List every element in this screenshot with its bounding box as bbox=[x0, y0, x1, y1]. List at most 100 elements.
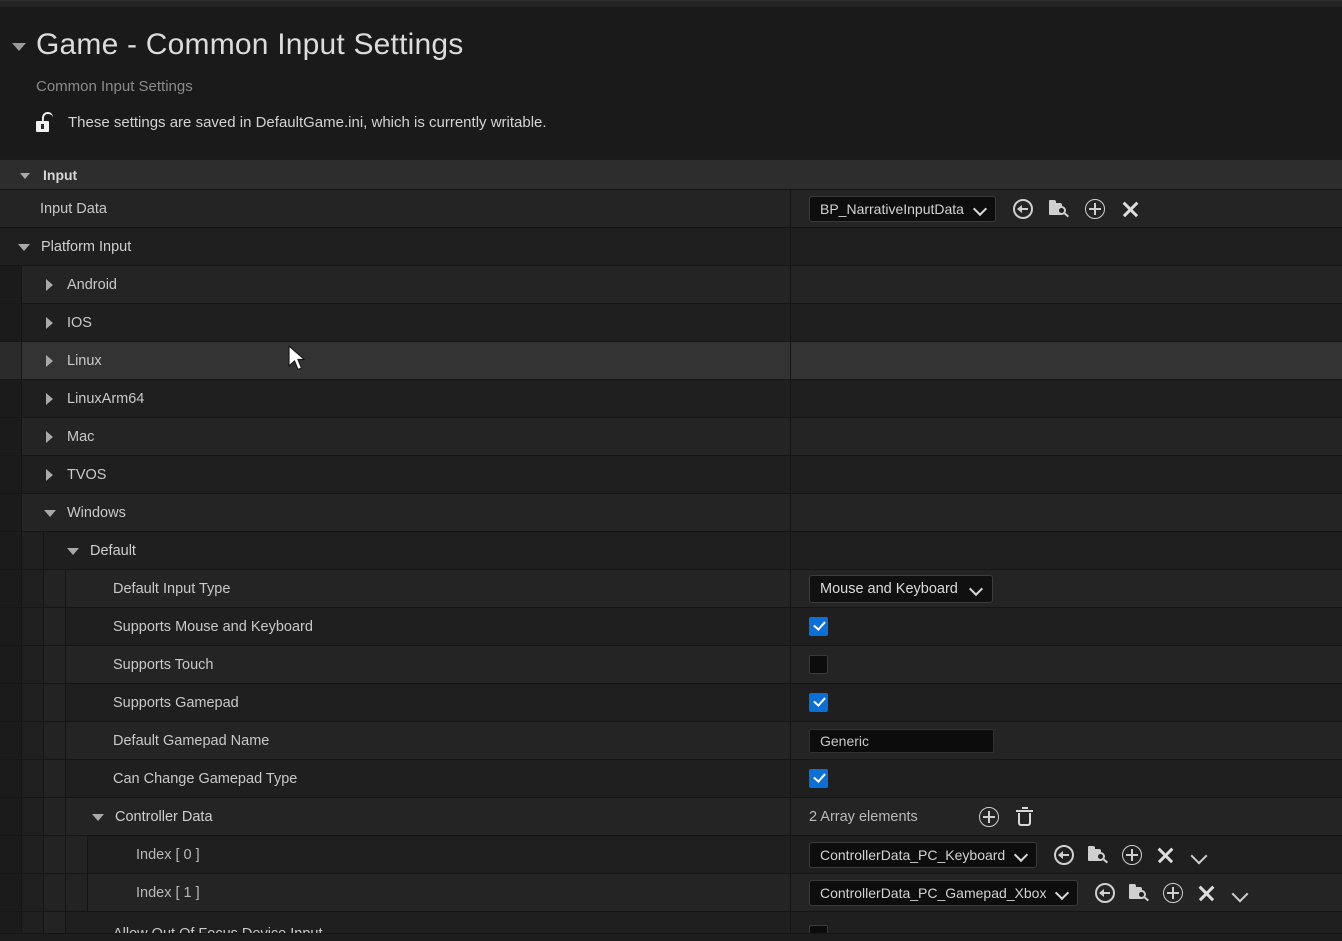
array-element-count: 2 Array elements bbox=[809, 808, 918, 825]
can-change-gamepad-type-checkbox[interactable] bbox=[809, 769, 828, 788]
name-cell: Default bbox=[0, 532, 790, 569]
value-cell bbox=[790, 646, 1342, 683]
page-title-row[interactable]: Game - Common Input Settings bbox=[12, 18, 1342, 68]
name-cell: Android bbox=[0, 266, 790, 303]
row-input-data[interactable]: Input Data BP_NarrativeInputData bbox=[0, 190, 1342, 228]
triangle-down-icon[interactable] bbox=[12, 43, 26, 51]
use-selected-asset-icon[interactable] bbox=[1084, 198, 1106, 220]
value-cell bbox=[790, 456, 1342, 493]
value-cell bbox=[790, 228, 1342, 265]
row-default-input-type[interactable]: Default Input Type Mouse and Keyboard bbox=[0, 570, 1342, 608]
unlocked-padlock-icon bbox=[34, 112, 56, 132]
selected-option: Mouse and Keyboard bbox=[820, 580, 958, 597]
browse-to-asset-icon[interactable] bbox=[1053, 844, 1075, 866]
triangle-down-icon[interactable] bbox=[90, 809, 106, 825]
controller-data-0-asset-picker[interactable]: ControllerData_PC_Keyboard bbox=[809, 841, 1038, 868]
array-label: Controller Data bbox=[115, 808, 213, 825]
group-label: Default bbox=[90, 542, 136, 559]
field-value: Generic bbox=[820, 732, 870, 749]
default-gamepad-name-input[interactable]: Generic bbox=[809, 728, 994, 753]
property-label: Supports Gamepad bbox=[113, 694, 239, 711]
triangle-right-icon[interactable] bbox=[42, 353, 58, 369]
supports-gamepad-checkbox[interactable] bbox=[809, 693, 828, 712]
row-supports-mouse-keyboard[interactable]: Supports Mouse and Keyboard bbox=[0, 608, 1342, 646]
browse-to-asset-icon[interactable] bbox=[1094, 882, 1116, 904]
row-platform-android[interactable]: Android bbox=[0, 266, 1342, 304]
row-platform-input[interactable]: Platform Input bbox=[0, 228, 1342, 266]
triangle-down-icon[interactable] bbox=[65, 543, 81, 559]
array-element-options-chevron-icon[interactable] bbox=[1189, 844, 1211, 866]
property-tree: Input Input Data BP_NarrativeInputData P… bbox=[0, 160, 1342, 941]
chevron-down-icon[interactable] bbox=[970, 582, 983, 595]
row-platform-linuxarm64[interactable]: LinuxArm64 bbox=[0, 380, 1342, 418]
value-cell: 2 Array elements bbox=[790, 798, 1342, 835]
supports-mouse-keyboard-checkbox[interactable] bbox=[809, 617, 828, 636]
value-cell: ControllerData_PC_Keyboard bbox=[790, 836, 1342, 873]
saved-location-text: These settings are saved in DefaultGame.… bbox=[68, 113, 547, 131]
value-cell bbox=[790, 380, 1342, 417]
folder-search-icon[interactable] bbox=[1128, 882, 1150, 904]
triangle-right-icon[interactable] bbox=[42, 277, 58, 293]
row-platform-ios[interactable]: IOS bbox=[0, 304, 1342, 342]
category-header-input[interactable]: Input bbox=[0, 160, 1342, 190]
row-controller-data-index-1[interactable]: Index [ 1 ] ControllerData_PC_Gamepad_Xb… bbox=[0, 874, 1342, 912]
row-allow-out-of-focus-device-input[interactable]: Allow Out Of Focus Device Input bbox=[0, 912, 1342, 934]
saved-location-note: These settings are saved in DefaultGame.… bbox=[34, 112, 1342, 132]
folder-search-icon[interactable] bbox=[1048, 198, 1070, 220]
row-supports-touch[interactable]: Supports Touch bbox=[0, 646, 1342, 684]
supports-touch-checkbox[interactable] bbox=[809, 655, 828, 674]
browse-to-asset-icon[interactable] bbox=[1012, 198, 1034, 220]
triangle-down-icon[interactable] bbox=[16, 239, 32, 255]
triangle-right-icon[interactable] bbox=[42, 467, 58, 483]
chevron-down-icon[interactable] bbox=[974, 202, 987, 215]
triangle-right-icon[interactable] bbox=[42, 429, 58, 445]
controller-data-1-asset-picker[interactable]: ControllerData_PC_Gamepad_Xbox bbox=[809, 879, 1079, 906]
value-cell: Generic bbox=[790, 722, 1342, 759]
default-input-type-dropdown[interactable]: Mouse and Keyboard bbox=[809, 574, 993, 603]
row-platform-mac[interactable]: Mac bbox=[0, 418, 1342, 456]
array-element-options-chevron-icon[interactable] bbox=[1230, 882, 1252, 904]
input-data-asset-picker[interactable]: BP_NarrativeInputData bbox=[809, 195, 996, 222]
clear-asset-icon[interactable] bbox=[1120, 198, 1142, 220]
use-selected-asset-icon[interactable] bbox=[1121, 844, 1143, 866]
value-cell: BP_NarrativeInputData bbox=[790, 190, 1342, 227]
triangle-right-icon[interactable] bbox=[42, 315, 58, 331]
row-platform-tvos[interactable]: TVOS bbox=[0, 456, 1342, 494]
row-can-change-gamepad-type[interactable]: Can Change Gamepad Type bbox=[0, 760, 1342, 798]
triangle-right-icon[interactable] bbox=[42, 391, 58, 407]
group-label: Platform Input bbox=[41, 238, 132, 255]
use-selected-asset-icon[interactable] bbox=[1162, 882, 1184, 904]
row-controller-data[interactable]: Controller Data 2 Array elements bbox=[0, 798, 1342, 836]
row-platform-windows[interactable]: Windows bbox=[0, 494, 1342, 532]
triangle-down-icon[interactable] bbox=[42, 505, 58, 521]
value-cell bbox=[790, 418, 1342, 455]
name-cell: Default Gamepad Name bbox=[0, 722, 790, 759]
row-default-group[interactable]: Default bbox=[0, 532, 1342, 570]
value-cell bbox=[790, 532, 1342, 569]
row-supports-gamepad[interactable]: Supports Gamepad bbox=[0, 684, 1342, 722]
row-default-gamepad-name[interactable]: Default Gamepad Name Generic bbox=[0, 722, 1342, 760]
array-index-label: Index [ 1 ] bbox=[136, 884, 200, 901]
value-cell bbox=[790, 304, 1342, 341]
value-cell bbox=[790, 266, 1342, 303]
chevron-down-icon[interactable] bbox=[1056, 886, 1069, 899]
category-name-cell: Input bbox=[0, 160, 790, 189]
chevron-down-icon[interactable] bbox=[1015, 848, 1028, 861]
clear-asset-icon[interactable] bbox=[1155, 844, 1177, 866]
clear-asset-icon[interactable] bbox=[1196, 882, 1218, 904]
row-platform-linux[interactable]: Linux bbox=[0, 342, 1342, 380]
common-input-settings-panel: Game - Common Input Settings Common Inpu… bbox=[0, 0, 1342, 941]
name-cell: Controller Data bbox=[0, 798, 790, 835]
platform-label: TVOS bbox=[67, 466, 107, 483]
name-cell: Default Input Type bbox=[0, 570, 790, 607]
array-action-buttons bbox=[978, 806, 1036, 828]
folder-search-icon[interactable] bbox=[1087, 844, 1109, 866]
add-array-element-icon[interactable] bbox=[978, 806, 1000, 828]
asset-action-buttons bbox=[1012, 198, 1142, 220]
triangle-down-icon[interactable] bbox=[18, 167, 34, 183]
row-controller-data-index-0[interactable]: Index [ 0 ] ControllerData_PC_Keyboard bbox=[0, 836, 1342, 874]
delete-array-icon[interactable] bbox=[1014, 806, 1036, 828]
property-label: Supports Mouse and Keyboard bbox=[113, 618, 313, 635]
array-index-label: Index [ 0 ] bbox=[136, 846, 200, 863]
allow-out-of-focus-device-input-checkbox[interactable] bbox=[809, 925, 828, 933]
